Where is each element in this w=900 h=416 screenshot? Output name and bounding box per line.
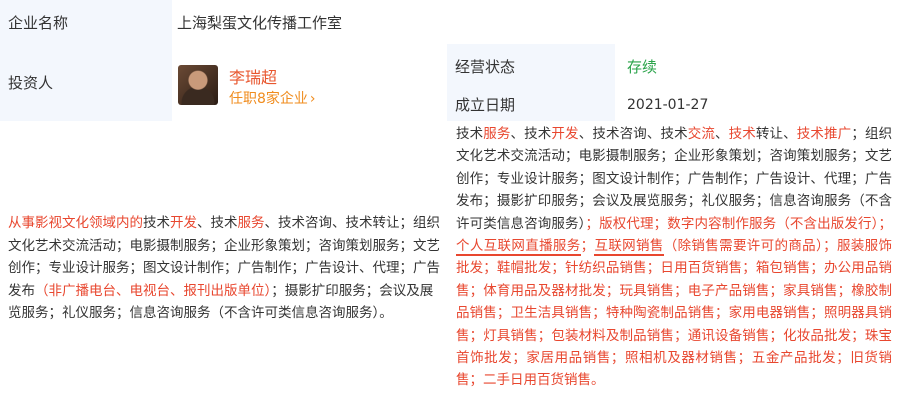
investor-name-link[interactable]: 李瑞超 [229,64,277,88]
scope-segment: 互联网销售 [594,238,664,257]
scope-segment: 开发 [170,215,197,232]
business-scope-left: 从事影视文化领域内的技术开发、技术服务、技术咨询、技术转让；组织文化艺术交流活动… [0,121,447,416]
investor-roles-text: 任职8家企业 [229,91,308,107]
scope-segment: 技术 [456,126,484,142]
status-badge: 存续 [627,57,658,76]
scope-segment: （非广播电台、电视台、报刊出版单位） [35,282,272,299]
scope-segment: 技术 [143,215,170,232]
scope-segment: 转让、 [755,126,797,142]
investor-roles-link[interactable]: 任职8家企业 › [229,88,316,108]
scope-segment: 、技术 [510,126,552,142]
established-value-cell: 2021-01-27 [615,88,900,121]
investor-avatar[interactable] [178,65,218,105]
business-scope-text-left: 从事影视文化领域内的技术开发、技术服务、技术咨询、技术转让；组织文化艺术交流活动… [0,212,440,325]
status-label-cell: 经营状态 [447,44,615,88]
chevron-right-icon: › [309,91,316,107]
scope-segment: 技术 [728,126,756,142]
company-name: 上海梨蛋文化传播工作室 [177,13,343,32]
investor-label-cell: 投资人 [0,44,172,121]
scope-segment: 、技术咨询、技术 [578,126,688,142]
business-scope-text-right: 技术服务、技术开发、技术咨询、技术交流、技术转让、技术推广；组织文化艺术交流活动… [447,121,900,392]
investor-label: 投资人 [8,74,54,92]
scope-segment: 交流 [687,126,715,142]
established-date: 2021-01-27 [627,96,709,113]
scope-segment: ；版权代理；数字内容制作服务（不含出版发行）； [585,215,893,232]
scope-segment: 从事影视文化领域内的 [8,215,143,232]
scope-segment: 开发 [551,126,579,142]
status-label: 经营状态 [455,57,516,76]
status-value-cell: 存续 [615,44,900,88]
scope-segment: ； [580,238,595,255]
scope-segment: 个人互联网直播服务 [456,238,581,257]
business-scope-right: 技术服务、技术开发、技术咨询、技术交流、技术转让、技术推广；组织文化艺术交流活动… [447,121,900,416]
scope-segment: （除销售需要许可的商品）；服装服饰批发；鞋帽批发；针纺织品销售；日用百货销售；箱… [456,238,893,389]
established-label: 成立日期 [455,96,516,114]
scope-segment: 、 [715,126,729,142]
company-name-value-cell: 上海梨蛋文化传播工作室 [172,0,900,44]
established-label-cell: 成立日期 [447,88,615,121]
scope-segment: 、技术 [197,215,238,232]
company-name-label-cell: 企业名称 [0,0,172,44]
company-name-label: 企业名称 [8,13,69,32]
scope-segment: 服务 [237,215,265,232]
scope-segment: 技术推广 [796,126,852,142]
scope-segment: 服务 [483,126,511,142]
investor-value-cell: 李瑞超 任职8家企业 › [172,44,447,121]
